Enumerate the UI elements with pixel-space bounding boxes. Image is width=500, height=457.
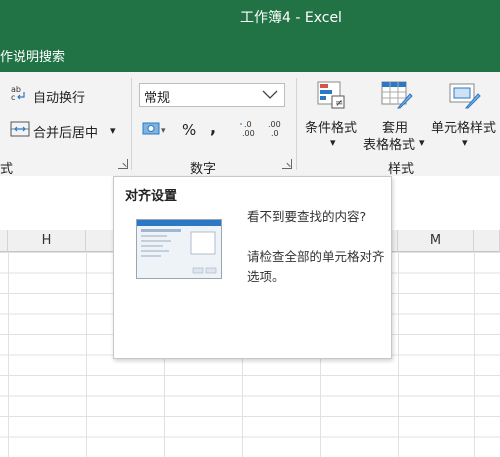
- tooltip-title: 对齐设置: [125, 189, 178, 204]
- format-as-table-icon: [380, 80, 414, 110]
- grid-line: [474, 252, 475, 457]
- window-title: 工作簿4 - Excel: [240, 10, 342, 26]
- title-bar: 工作簿4 - Excel: [0, 0, 500, 34]
- grid-line: [398, 252, 399, 457]
- format-as-table-dropdown-icon[interactable]: ▾: [419, 136, 425, 149]
- dialog-preview-image: [136, 219, 222, 279]
- increase-decimal-icon[interactable]: .0 .00: [240, 118, 260, 140]
- conditional-formatting-icon: ≠: [316, 80, 348, 110]
- column-header-g[interactable]: [0, 230, 8, 252]
- tooltip-line-1: 看不到要查找的内容?: [247, 209, 367, 224]
- tell-me-search[interactable]: 作说明搜索: [0, 46, 65, 65]
- cell-styles-icon: [448, 80, 482, 110]
- wrap-text-button[interactable]: 自动换行: [33, 87, 85, 106]
- column-header-m[interactable]: M: [398, 230, 474, 252]
- group-separator: [296, 78, 297, 170]
- number-format-select[interactable]: 常规: [139, 83, 285, 107]
- comma-style-button[interactable]: ,: [210, 118, 216, 137]
- number-format-value: 常规: [144, 91, 171, 106]
- merge-center-icon: [10, 120, 30, 138]
- chevron-down-icon: [262, 90, 278, 99]
- cell-styles-dropdown-icon[interactable]: ▾: [462, 136, 468, 149]
- alignment-dialog-launcher-icon[interactable]: [118, 159, 128, 169]
- conditional-formatting-dropdown-icon[interactable]: ▾: [330, 136, 336, 149]
- conditional-formatting-button[interactable]: 条件格式: [305, 117, 357, 136]
- number-dialog-launcher-icon[interactable]: [282, 159, 292, 169]
- tooltip-body: 看不到要查找的内容? 请检查全部的单元格对齐选项。: [247, 207, 387, 287]
- accounting-format-icon[interactable]: ▾: [142, 120, 168, 138]
- svg-text:.0: .0: [271, 129, 279, 138]
- decrease-decimal-icon[interactable]: .00 .0: [266, 118, 286, 140]
- svg-text:.0: .0: [244, 120, 252, 129]
- tooltip-line-2: 请检查全部的单元格对齐选项。: [247, 249, 385, 284]
- grid-line: [8, 252, 9, 457]
- number-group-label: 数字: [190, 162, 217, 177]
- alignment-settings-tooltip: 对齐设置 看不到要查找的内容? 请检查全部的单元格对齐选项。: [113, 176, 392, 359]
- percent-style-button[interactable]: %: [182, 121, 196, 139]
- cell-styles-button[interactable]: 单元格样式: [431, 117, 496, 136]
- column-header-h[interactable]: H: [8, 230, 86, 252]
- merge-center-button[interactable]: 合并后居中: [33, 122, 98, 141]
- svg-text:≠: ≠: [335, 98, 343, 109]
- merge-center-dropdown-icon[interactable]: ▾: [110, 124, 116, 137]
- tell-me-bar: 作说明搜索: [0, 34, 500, 72]
- format-as-table-label-2[interactable]: 表格格式: [363, 134, 415, 153]
- svg-text:.00: .00: [268, 120, 281, 129]
- group-separator: [131, 78, 132, 170]
- svg-text:▾: ▾: [161, 126, 166, 136]
- svg-text:.00: .00: [242, 129, 255, 138]
- wrap-text-icon: ab c: [10, 84, 28, 102]
- svg-text:c: c: [11, 93, 15, 102]
- grid-line: [86, 252, 87, 457]
- styles-group-label: 样式: [388, 162, 415, 177]
- column-header-n[interactable]: [474, 230, 500, 252]
- alignment-group-label: 式: [0, 162, 14, 177]
